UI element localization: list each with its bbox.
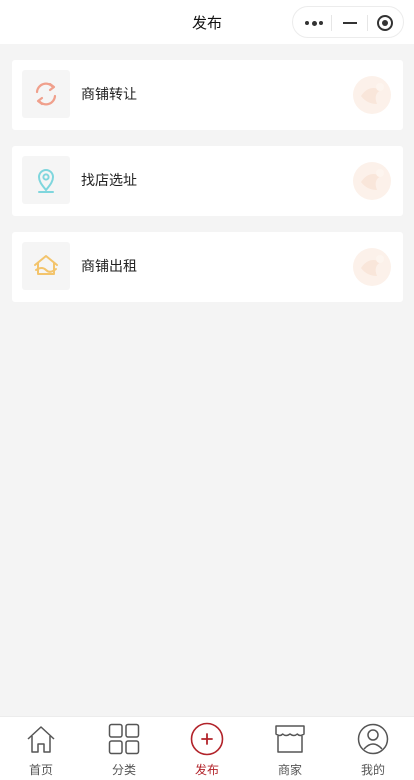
tab-home[interactable]: 首页: [0, 717, 82, 780]
capsule-menu: [292, 6, 404, 38]
decorative-swirl-icon: [353, 162, 391, 200]
home-icon: [27, 726, 55, 753]
refresh-arrows-icon: [22, 70, 70, 118]
card-label: 商铺出租: [81, 259, 137, 275]
navigation-bar: 发布: [0, 0, 414, 44]
decorative-swirl-icon: [353, 76, 391, 114]
house-icon: [22, 242, 70, 290]
tab-label: 我的: [360, 763, 385, 777]
tab-label: 发布: [194, 763, 219, 777]
bottom-tab-bar: 首页 分类 发布 商家 我的: [0, 716, 414, 780]
plus-circle-icon: [190, 722, 224, 756]
target-circle-icon[interactable]: [377, 15, 393, 31]
decorative-swirl-icon: [353, 248, 391, 286]
capsule-divider: [367, 15, 368, 31]
tab-merchants[interactable]: 商家: [249, 717, 331, 780]
store-icon: [275, 725, 305, 753]
more-dots-icon[interactable]: [305, 20, 323, 26]
card-label: 商铺转让: [81, 87, 137, 103]
card-shop-transfer[interactable]: 商铺转让: [12, 60, 403, 130]
card-label: 找店选址: [81, 173, 137, 189]
minimize-icon[interactable]: [343, 22, 357, 24]
location-pin-icon: [22, 156, 70, 204]
publish-page: 发布 商铺转让 找店选址 商铺出租 首页 分类 发布 商家 我的: [0, 0, 414, 780]
tab-publish[interactable]: 发布: [166, 717, 248, 780]
tab-label: 分类: [111, 763, 136, 777]
user-icon: [357, 723, 389, 755]
tab-mine[interactable]: 我的: [332, 717, 414, 780]
tab-label: 商家: [277, 763, 302, 777]
grid-icon: [108, 723, 140, 755]
card-find-location[interactable]: 找店选址: [12, 146, 403, 216]
tab-category[interactable]: 分类: [83, 717, 165, 780]
capsule-divider: [331, 15, 332, 31]
card-shop-rent[interactable]: 商铺出租: [12, 232, 403, 302]
tab-label: 首页: [28, 763, 53, 777]
